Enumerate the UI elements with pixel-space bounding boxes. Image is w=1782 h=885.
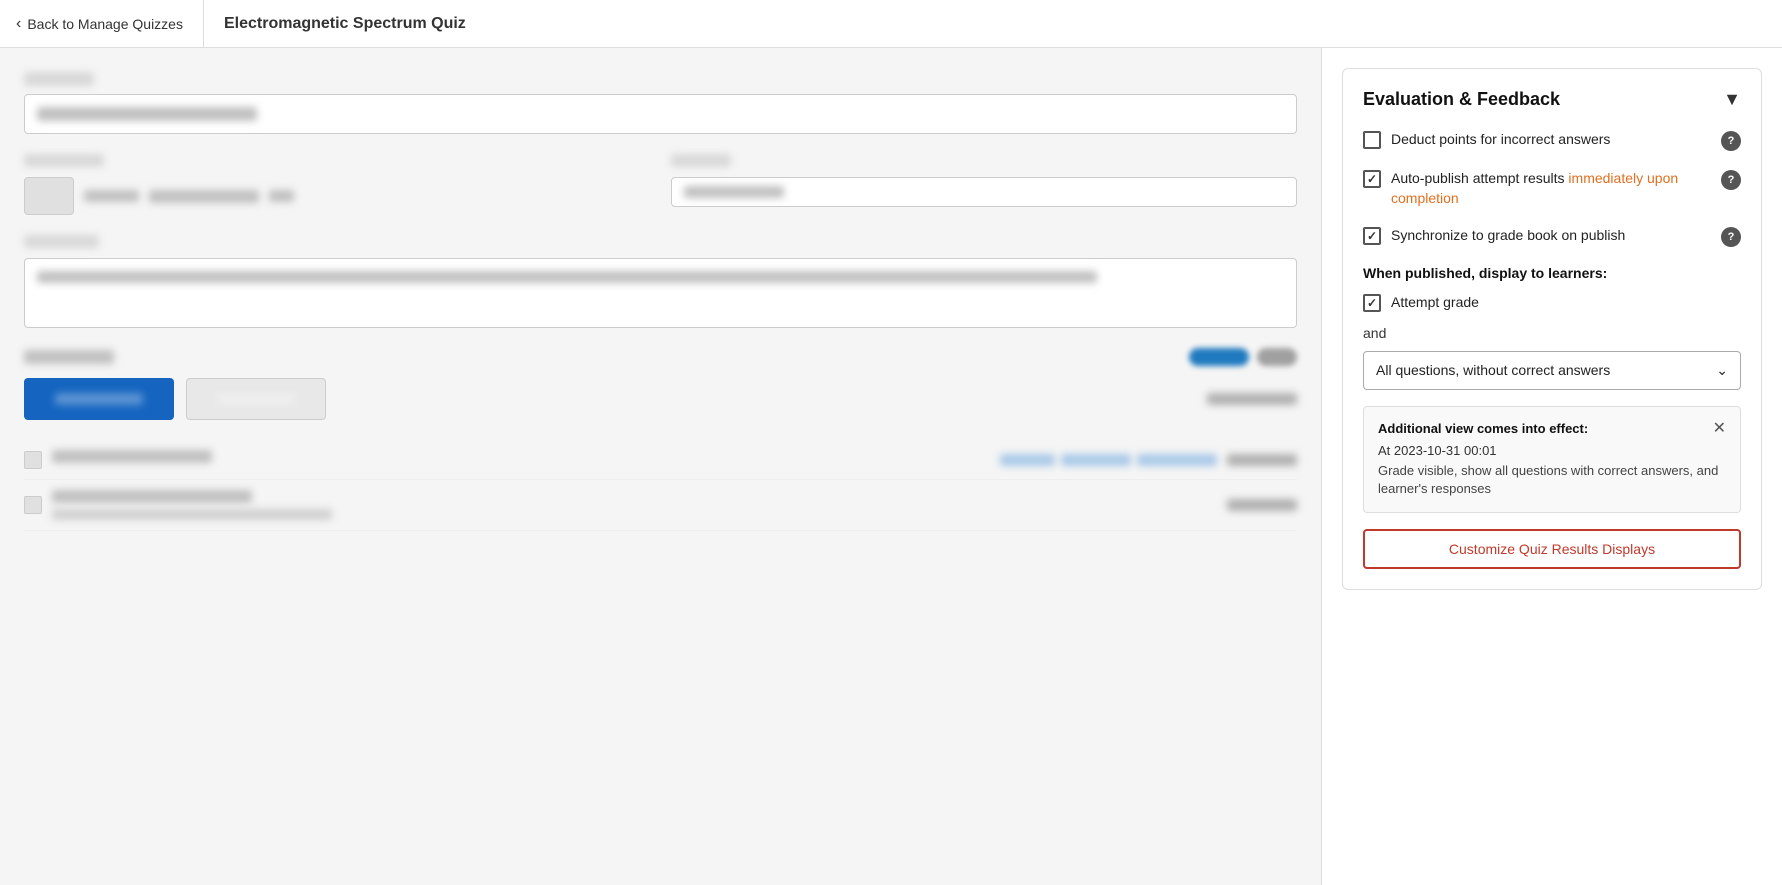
additional-view-header: Additional view comes into effect: ✕ bbox=[1378, 421, 1726, 437]
input-field-1[interactable] bbox=[24, 94, 1297, 134]
option-deduct-points-label: Deduct points for incorrect answers bbox=[1391, 130, 1711, 150]
desc-label bbox=[24, 235, 99, 248]
col-right-label bbox=[671, 154, 731, 167]
description-textarea[interactable] bbox=[24, 258, 1297, 328]
help-icon-deduct-points[interactable]: ? bbox=[1721, 131, 1741, 151]
page-title: Electromagnetic Spectrum Quiz bbox=[224, 15, 466, 33]
list-item-2 bbox=[24, 480, 1297, 531]
inline-text-3 bbox=[269, 190, 294, 202]
col-left-label bbox=[24, 154, 104, 167]
option-deduct-points: Deduct points for incorrect answers ? bbox=[1363, 130, 1741, 151]
option-auto-publish-label: Auto-publish attempt results immediately… bbox=[1391, 169, 1711, 208]
inline-text-1 bbox=[84, 190, 139, 202]
main-layout: Evaluation & Feedback ▼ Deduct points fo… bbox=[0, 48, 1782, 885]
action-pill-2[interactable] bbox=[1257, 348, 1297, 366]
checkbox-sync-grade[interactable] bbox=[1363, 227, 1381, 245]
textarea-content bbox=[37, 271, 1097, 283]
option-attempt-grade: Attempt grade bbox=[1363, 293, 1741, 313]
section-header-actions bbox=[1189, 348, 1297, 366]
additional-view-box: Additional view comes into effect: ✕ At … bbox=[1363, 406, 1741, 513]
button-row-right-text bbox=[1207, 393, 1297, 405]
help-icon-sync-grade[interactable]: ? bbox=[1721, 227, 1741, 247]
dropdown-chevron-icon: ⌄ bbox=[1716, 362, 1728, 379]
badge-3 bbox=[1137, 454, 1217, 466]
input-content-1 bbox=[37, 107, 257, 121]
additional-view-description: Grade visible, show all questions with c… bbox=[1378, 462, 1726, 498]
field-label-1 bbox=[24, 72, 94, 86]
close-additional-view-button[interactable]: ✕ bbox=[1713, 421, 1726, 437]
col-right-input[interactable] bbox=[671, 177, 1298, 207]
list-item-checkbox-2[interactable] bbox=[24, 496, 42, 514]
section-header-label bbox=[24, 350, 114, 364]
checkbox-attempt-grade[interactable] bbox=[1363, 294, 1381, 312]
checkbox-auto-publish[interactable] bbox=[1363, 170, 1381, 188]
collapse-arrow-icon[interactable]: ▼ bbox=[1723, 89, 1741, 110]
back-link-label: Back to Manage Quizzes bbox=[27, 16, 183, 32]
content-area bbox=[0, 48, 1322, 885]
chevron-left-icon: ‹ bbox=[16, 15, 21, 33]
inline-controls bbox=[24, 177, 651, 215]
option-sync-grade-label: Synchronize to grade book on publish bbox=[1391, 226, 1711, 246]
additional-view-title: Additional view comes into effect: bbox=[1378, 421, 1588, 436]
list-item-title-1 bbox=[52, 450, 212, 463]
section-header bbox=[24, 348, 1297, 366]
primary-button[interactable] bbox=[24, 378, 174, 420]
action-pill-1[interactable] bbox=[1189, 348, 1249, 366]
display-options-dropdown[interactable]: All questions, without correct answers ⌄ bbox=[1363, 351, 1741, 390]
primary-btn-content bbox=[55, 393, 143, 405]
list-item-sub-2 bbox=[52, 509, 332, 520]
col-right-content bbox=[684, 186, 784, 198]
list-item-title-2 bbox=[52, 490, 252, 503]
list-item-right-2 bbox=[1227, 499, 1297, 511]
list-item bbox=[24, 440, 1297, 480]
when-published-label: When published, display to learners: bbox=[1363, 265, 1741, 281]
badge-1 bbox=[1000, 454, 1055, 466]
option-attempt-grade-label: Attempt grade bbox=[1391, 293, 1741, 313]
customize-quiz-results-button[interactable]: Customize Quiz Results Displays bbox=[1363, 529, 1741, 569]
button-row bbox=[24, 378, 1297, 420]
badge-2 bbox=[1061, 454, 1131, 466]
small-input-box[interactable] bbox=[24, 177, 74, 215]
list-item-text-1 bbox=[52, 450, 990, 469]
list-item-badges-1 bbox=[1000, 454, 1217, 466]
dropdown-selected-value: All questions, without correct answers bbox=[1376, 362, 1610, 378]
sidebar: Evaluation & Feedback ▼ Deduct points fo… bbox=[1322, 48, 1782, 885]
inline-text-2 bbox=[149, 190, 259, 203]
option-auto-publish: Auto-publish attempt results immediately… bbox=[1363, 169, 1741, 208]
col-right bbox=[671, 154, 1298, 215]
checkbox-deduct-points[interactable] bbox=[1363, 131, 1381, 149]
list-item-right-1 bbox=[1227, 454, 1297, 466]
sidebar-card: Evaluation & Feedback ▼ Deduct points fo… bbox=[1342, 68, 1762, 590]
col-left bbox=[24, 154, 651, 215]
secondary-button[interactable] bbox=[186, 378, 326, 420]
secondary-btn-content bbox=[217, 393, 295, 405]
back-link[interactable]: ‹ Back to Manage Quizzes bbox=[16, 0, 204, 47]
additional-view-date: At 2023-10-31 00:01 bbox=[1378, 443, 1726, 458]
sidebar-section-title: Evaluation & Feedback ▼ bbox=[1363, 89, 1741, 110]
option-sync-grade: Synchronize to grade book on publish ? bbox=[1363, 226, 1741, 247]
and-label: and bbox=[1363, 325, 1741, 341]
list-section bbox=[24, 440, 1297, 531]
sidebar-title-text: Evaluation & Feedback bbox=[1363, 89, 1560, 110]
help-icon-auto-publish[interactable]: ? bbox=[1721, 170, 1741, 190]
two-col-row bbox=[24, 154, 1297, 215]
list-item-checkbox-1[interactable] bbox=[24, 451, 42, 469]
list-item-text-2 bbox=[52, 490, 1217, 520]
top-navigation: ‹ Back to Manage Quizzes Electromagnetic… bbox=[0, 0, 1782, 48]
